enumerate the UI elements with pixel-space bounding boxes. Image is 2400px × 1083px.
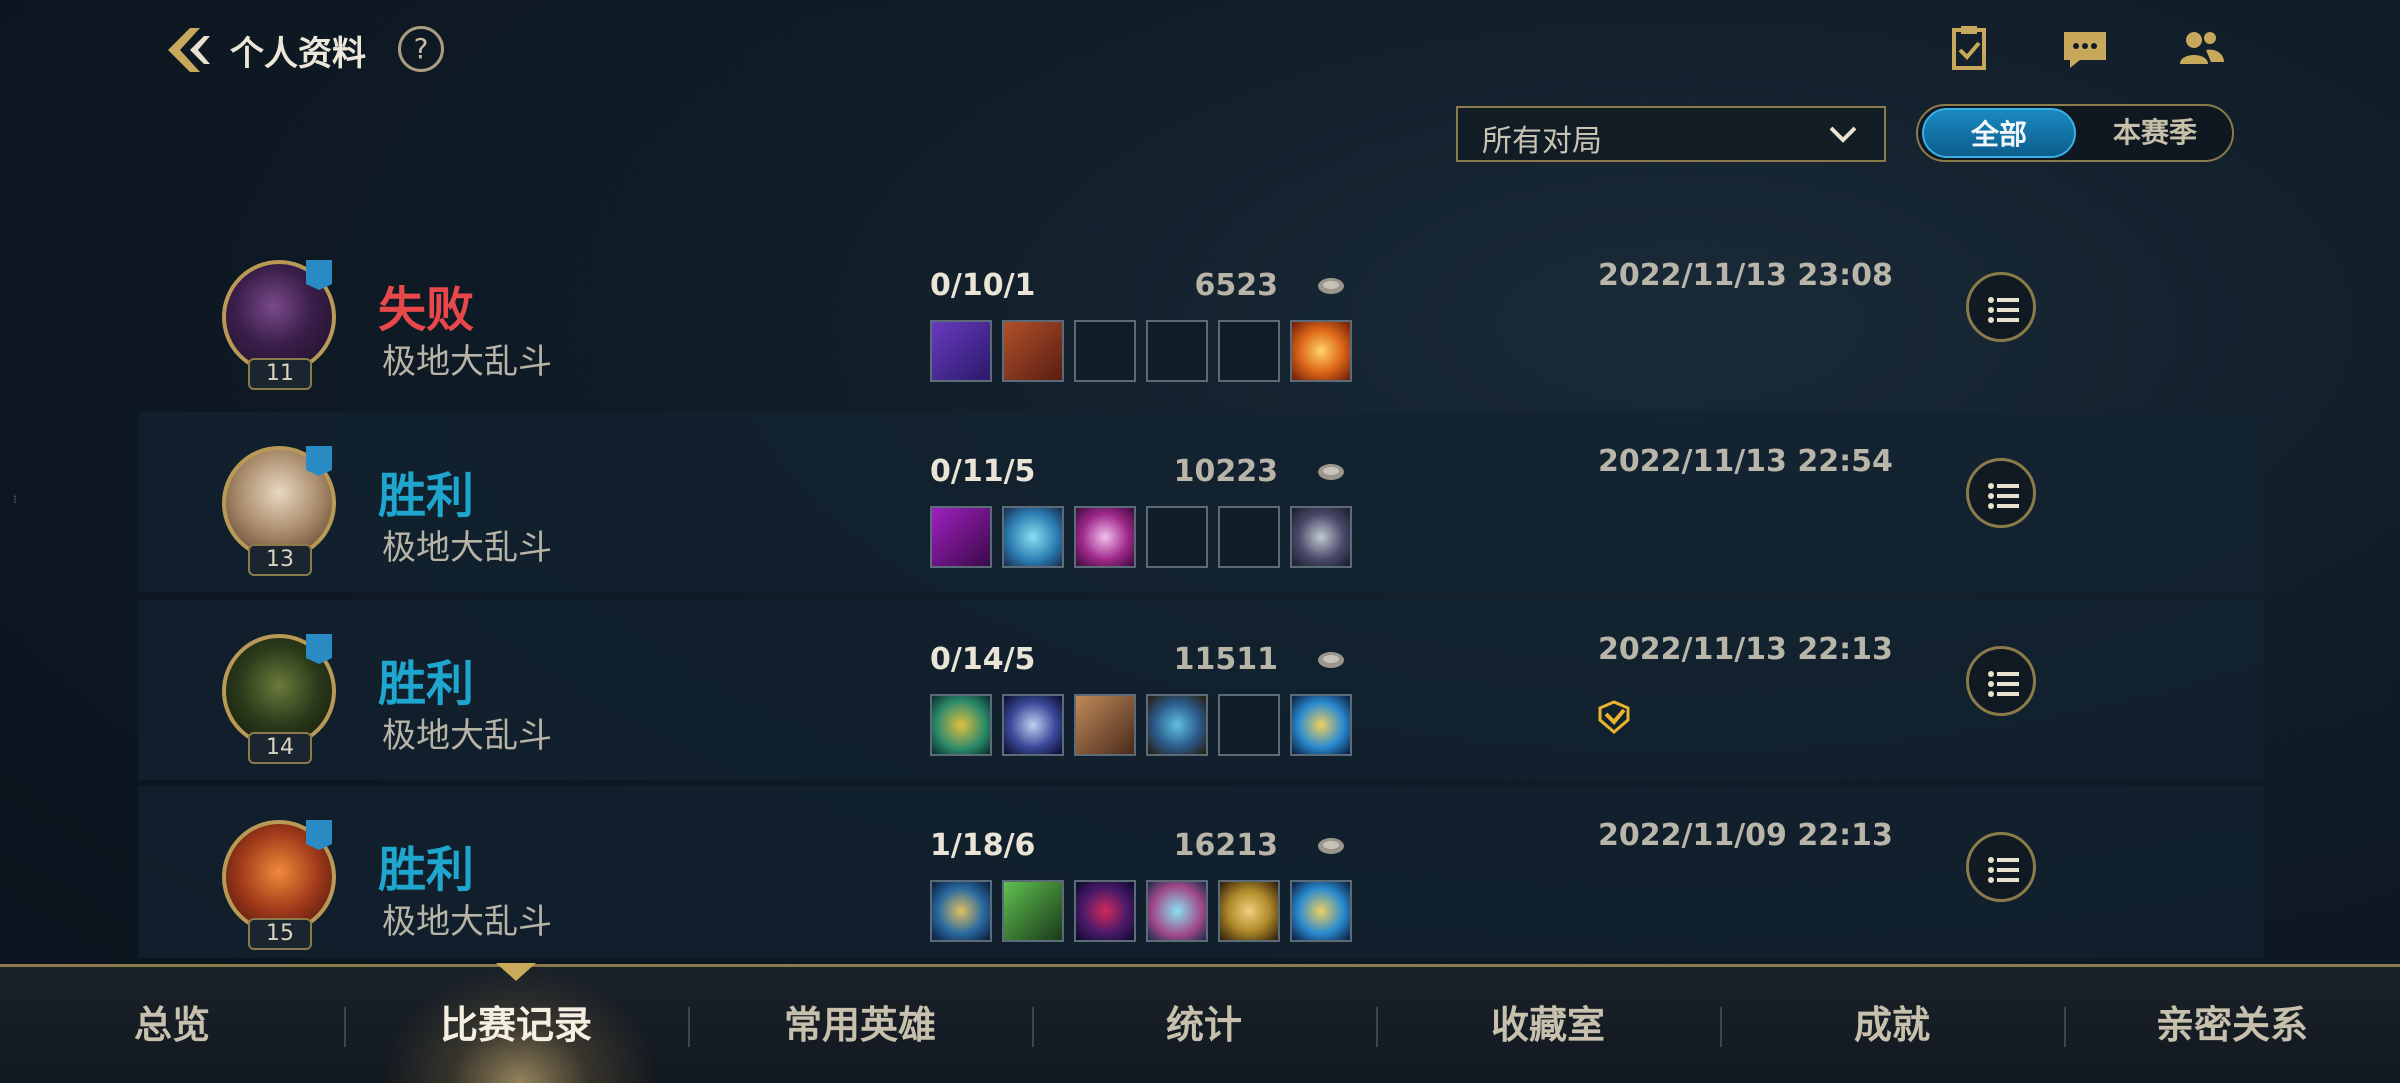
gold-coin-icon xyxy=(1318,652,1344,668)
match-date: 2022/11/13 22:13 xyxy=(1598,632,1893,667)
item-gold-shard xyxy=(1218,880,1280,942)
match-date: 2022/11/13 23:08 xyxy=(1598,258,1893,293)
match-result: 胜利 xyxy=(378,468,475,524)
item-slot-empty xyxy=(1218,506,1280,568)
tab-collection[interactable]: 收藏室 xyxy=(1376,967,1720,1083)
item-dark-helm xyxy=(1290,506,1352,568)
gold-amount: 10223 xyxy=(1173,454,1278,489)
game-mode: 极地大乱斗 xyxy=(382,902,552,942)
friends-icon[interactable] xyxy=(2176,24,2226,74)
checklist-icon[interactable] xyxy=(1944,24,1994,74)
match-detail-button[interactable] xyxy=(1966,458,2036,528)
item-gold-scythe xyxy=(930,694,992,756)
tab-match-history[interactable]: 比赛记录 xyxy=(344,967,688,1083)
match-filter-select[interactable]: 所有对局 xyxy=(1456,106,1886,162)
tab-overview[interactable]: 总览 xyxy=(0,967,344,1083)
hero-level-badge: 15 xyxy=(248,918,312,950)
item-green-claw xyxy=(1002,880,1064,942)
toggle-this-season[interactable]: 本赛季 xyxy=(2078,106,2232,160)
chat-icon[interactable] xyxy=(2060,24,2110,74)
item-slot-empty xyxy=(1074,320,1136,382)
gold-amount: 16213 xyxy=(1173,828,1278,863)
item-cyan-orb xyxy=(1002,506,1064,568)
kda: 0/10/1 xyxy=(930,268,1036,303)
gold-amount: 6523 xyxy=(1194,268,1279,303)
item-red-book xyxy=(1002,320,1064,382)
item-purple-horn xyxy=(1074,880,1136,942)
party-icon xyxy=(306,820,332,850)
item-blue-spear xyxy=(930,880,992,942)
list-icon xyxy=(1988,857,2019,883)
gold-amount: 11511 xyxy=(1173,642,1278,677)
item-slot-empty xyxy=(1218,320,1280,382)
list-icon xyxy=(1988,297,2019,323)
item-blue-totem xyxy=(1290,880,1352,942)
item-slot-empty xyxy=(1146,320,1208,382)
kda: 0/11/5 xyxy=(930,454,1036,489)
match-detail-button[interactable] xyxy=(1966,272,2036,342)
hero-level-badge: 14 xyxy=(248,732,312,764)
back-arrow-icon xyxy=(168,28,210,72)
match-detail-button[interactable] xyxy=(1966,646,2036,716)
tab-relationships[interactable]: 亲密关系 xyxy=(2064,967,2400,1083)
match-row[interactable]: 14 胜利 极地大乱斗 0/14/5 11511 2022/11/13 22:1… xyxy=(138,600,2264,780)
party-icon xyxy=(306,446,332,476)
match-date: 2022/11/13 22:54 xyxy=(1598,444,1893,479)
side-watermark: … xyxy=(10,495,26,504)
item-blue-totem xyxy=(1290,694,1352,756)
match-list[interactable]: 14 11 失败 极地大乱斗 0/10/1 6523 2022/11/13 23… xyxy=(138,168,2264,958)
item-slot-empty xyxy=(1218,694,1280,756)
match-row[interactable]: 11 失败 极地大乱斗 0/10/1 6523 2022/11/13 23:08 xyxy=(138,226,2264,406)
item-purple-blade xyxy=(930,506,992,568)
mvp-badge-icon xyxy=(1598,700,1630,734)
kda: 1/18/6 xyxy=(930,828,1036,863)
tab-champions[interactable]: 常用英雄 xyxy=(688,967,1032,1083)
list-icon xyxy=(1988,483,2019,509)
match-row[interactable]: 13 胜利 极地大乱斗 0/11/5 10223 2022/11/13 22:5… xyxy=(138,412,2264,592)
toggle-all[interactable]: 全部 xyxy=(1922,108,2076,158)
game-mode: 极地大乱斗 xyxy=(382,342,552,382)
match-result: 胜利 xyxy=(378,656,475,712)
match-row[interactable]: 15 胜利 极地大乱斗 1/18/6 16213 2022/11/09 22:1… xyxy=(138,786,2264,958)
match-detail-button[interactable] xyxy=(1966,832,2036,902)
page-title: 个人资料 xyxy=(230,34,366,74)
game-mode: 极地大乱斗 xyxy=(382,528,552,568)
bottom-tab-bar: 总览 比赛记录 常用英雄 统计 收藏室 成就 亲密关系 xyxy=(0,963,2400,1083)
gold-coin-icon xyxy=(1318,278,1344,294)
party-icon xyxy=(306,634,332,664)
tab-achievements[interactable]: 成就 xyxy=(1720,967,2064,1083)
item-blue-armor xyxy=(1146,694,1208,756)
hero-level-badge: 11 xyxy=(248,358,312,390)
item-blue-shuriken xyxy=(1002,694,1064,756)
item-gold-starburst xyxy=(1290,320,1352,382)
back-button[interactable] xyxy=(160,22,216,78)
help-button[interactable]: ? xyxy=(398,26,444,72)
item-cyan-orb xyxy=(1146,880,1208,942)
gold-coin-icon xyxy=(1318,464,1344,480)
match-result: 胜利 xyxy=(378,842,475,898)
kda: 0/14/5 xyxy=(930,642,1036,677)
gold-coin-icon xyxy=(1318,838,1344,854)
match-date: 2022/11/09 22:13 xyxy=(1598,818,1893,853)
item-brown-hammer xyxy=(1074,694,1136,756)
hero-level-badge: 13 xyxy=(248,544,312,576)
chevron-down-icon xyxy=(1829,126,1857,143)
match-filter-value: 所有对局 xyxy=(1482,124,1602,159)
party-icon xyxy=(306,260,332,290)
item-magenta-ring xyxy=(1074,506,1136,568)
game-mode: 极地大乱斗 xyxy=(382,716,552,756)
match-result: 失败 xyxy=(378,282,475,338)
tab-stats[interactable]: 统计 xyxy=(1032,967,1376,1083)
item-slot-empty xyxy=(1146,506,1208,568)
item-purple-tome xyxy=(930,320,992,382)
season-toggle: 全部 本赛季 xyxy=(1916,104,2234,162)
list-icon xyxy=(1988,671,2019,697)
